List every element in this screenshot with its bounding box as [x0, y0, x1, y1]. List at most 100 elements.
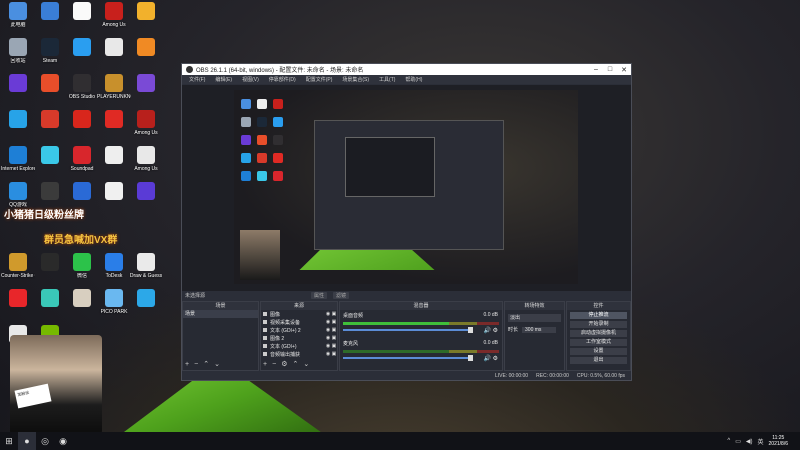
- close-button[interactable]: ✕: [617, 66, 631, 74]
- desktop-icon[interactable]: 微信: [65, 253, 99, 279]
- menu-item[interactable]: 文件(F): [184, 76, 210, 83]
- lock-icon[interactable]: ▣: [331, 335, 337, 341]
- desktop-icon[interactable]: [97, 110, 131, 130]
- desktop-icon[interactable]: [33, 182, 67, 202]
- move-up-icon[interactable]: ⌃: [203, 361, 209, 368]
- gear-icon[interactable]: ⚙: [493, 328, 498, 334]
- taskbar-obs-icon[interactable]: ●: [18, 432, 36, 450]
- network-icon[interactable]: ▭: [735, 438, 741, 445]
- control-button[interactable]: 设置: [570, 348, 627, 355]
- speaker-icon[interactable]: 🔊: [483, 328, 490, 334]
- speaker-icon[interactable]: ◀): [746, 438, 753, 445]
- desktop-icon[interactable]: Counter-Strike Global Off...: [1, 253, 35, 279]
- menu-item[interactable]: 工具(T): [374, 76, 400, 83]
- menu-item[interactable]: 配置文件(P): [301, 76, 338, 83]
- control-button[interactable]: 开始录制: [570, 321, 627, 328]
- filters-button[interactable]: 滤镜: [333, 292, 350, 299]
- desktop-icon[interactable]: [65, 2, 99, 22]
- minimize-button[interactable]: –: [589, 66, 603, 73]
- control-button[interactable]: 启动虚拟摄像机: [570, 330, 627, 337]
- properties-button[interactable]: 属性: [311, 292, 328, 299]
- start-button[interactable]: ⊞: [0, 432, 18, 450]
- desktop-icon[interactable]: [129, 74, 163, 94]
- add-icon[interactable]: +: [185, 361, 189, 368]
- desktop-icon[interactable]: [33, 2, 67, 22]
- desktop-icon[interactable]: PICO PARK: [97, 289, 131, 315]
- lock-icon[interactable]: ▣: [331, 327, 337, 333]
- transition-select[interactable]: 淡出: [508, 314, 561, 322]
- desktop-icon[interactable]: [129, 2, 163, 22]
- desktop-icon[interactable]: [33, 289, 67, 309]
- desktop-icon[interactable]: [129, 289, 163, 309]
- desktop-icon[interactable]: Draw & Guess: [129, 253, 163, 279]
- desktop-icon[interactable]: [65, 38, 99, 58]
- menu-item[interactable]: 场景集合(S): [337, 76, 374, 83]
- maximize-button[interactable]: □: [603, 66, 617, 73]
- gear-icon[interactable]: ⚙: [281, 361, 287, 368]
- desktop-icon[interactable]: Internet Explorer: [1, 146, 35, 172]
- desktop-icon[interactable]: [129, 38, 163, 58]
- lock-icon[interactable]: ▣: [331, 311, 337, 317]
- clock[interactable]: 11:25 2021/8/6: [769, 435, 788, 447]
- menu-item[interactable]: 帮助(H): [400, 76, 427, 83]
- desktop-icon[interactable]: OBS Studio: [65, 74, 99, 100]
- menu-item[interactable]: 编辑(E): [210, 76, 237, 83]
- desktop-icon[interactable]: [33, 74, 67, 94]
- obs-window[interactable]: OBS 26.1.1 (64-bit, windows) - 配置文件: 未命名…: [181, 63, 632, 381]
- source-item[interactable]: 文本 (GDI+) ◉ ▣: [261, 342, 337, 350]
- menu-item[interactable]: 视图(V): [237, 76, 264, 83]
- desktop-icon[interactable]: [1, 289, 35, 309]
- desktop-icon[interactable]: [33, 146, 67, 166]
- obs-titlebar[interactable]: OBS 26.1.1 (64-bit, windows) - 配置文件: 未命名…: [182, 64, 631, 75]
- desktop-icon[interactable]: QQ游戏: [1, 182, 35, 208]
- desktop-icon[interactable]: [129, 182, 163, 202]
- desktop-icon[interactable]: Soundpad: [65, 146, 99, 172]
- move-down-icon[interactable]: ⌄: [303, 361, 309, 368]
- desktop-icon[interactable]: Among Us: [129, 110, 163, 136]
- volume-slider[interactable]: [343, 327, 473, 333]
- volume-slider[interactable]: [343, 355, 473, 361]
- source-item[interactable]: 音频输出捕获 ◉ ▣: [261, 350, 337, 358]
- control-button[interactable]: 工作室模式: [570, 339, 627, 346]
- control-button[interactable]: 停止推流: [570, 312, 627, 319]
- control-button[interactable]: 退出: [570, 357, 627, 364]
- tray-arrow-icon[interactable]: ^: [727, 438, 730, 444]
- slider-knob[interactable]: [468, 355, 473, 361]
- desktop-icon[interactable]: 此电脑: [1, 2, 35, 28]
- speaker-icon[interactable]: 🔊: [483, 356, 490, 362]
- move-up-icon[interactable]: ⌃: [292, 361, 298, 368]
- move-down-icon[interactable]: ⌄: [214, 361, 220, 368]
- slider-knob[interactable]: [468, 327, 473, 333]
- desktop-icon[interactable]: [65, 289, 99, 309]
- lock-icon[interactable]: ▣: [331, 319, 337, 325]
- desktop-icon[interactable]: Among Us: [129, 146, 163, 172]
- desktop-icon[interactable]: [1, 110, 35, 130]
- desktop-icon[interactable]: [97, 182, 131, 202]
- remove-icon[interactable]: −: [194, 361, 198, 368]
- duration-input[interactable]: 300 ms: [522, 326, 557, 333]
- desktop-icon[interactable]: [33, 110, 67, 130]
- desktop-icon[interactable]: PLAYERUNKNOWN'S BATTLEGROUNDS: [97, 74, 131, 100]
- lock-icon[interactable]: ▣: [331, 351, 337, 357]
- desktop-icon[interactable]: [1, 74, 35, 94]
- desktop-icon[interactable]: Among Us: [97, 2, 131, 28]
- lock-icon[interactable]: ▣: [331, 343, 337, 349]
- gear-icon[interactable]: ⚙: [493, 356, 498, 362]
- menu-item[interactable]: 停靠部件(D): [264, 76, 301, 83]
- ime-icon[interactable]: 英: [758, 437, 764, 446]
- desktop-icon[interactable]: [65, 110, 99, 130]
- preview-canvas[interactable]: [182, 85, 631, 291]
- desktop-icon[interactable]: Steam: [33, 38, 67, 64]
- desktop-icon[interactable]: [97, 38, 131, 58]
- desktop-icon[interactable]: [33, 253, 67, 273]
- desktop-icon[interactable]: [65, 182, 99, 202]
- source-item[interactable]: 图像 ◉ ▣: [261, 310, 337, 318]
- source-item[interactable]: 文本 (GDI+) 2 ◉ ▣: [261, 326, 337, 334]
- scene-item[interactable]: 场景: [183, 310, 258, 318]
- taskbar-app-icon[interactable]: ◉: [54, 432, 72, 450]
- desktop-icon[interactable]: [97, 146, 131, 166]
- taskbar-steam-icon[interactable]: ◎: [36, 432, 54, 450]
- desktop-icon[interactable]: 回收站: [1, 38, 35, 64]
- add-icon[interactable]: +: [263, 361, 267, 368]
- desktop-icon[interactable]: ToDesk: [97, 253, 131, 279]
